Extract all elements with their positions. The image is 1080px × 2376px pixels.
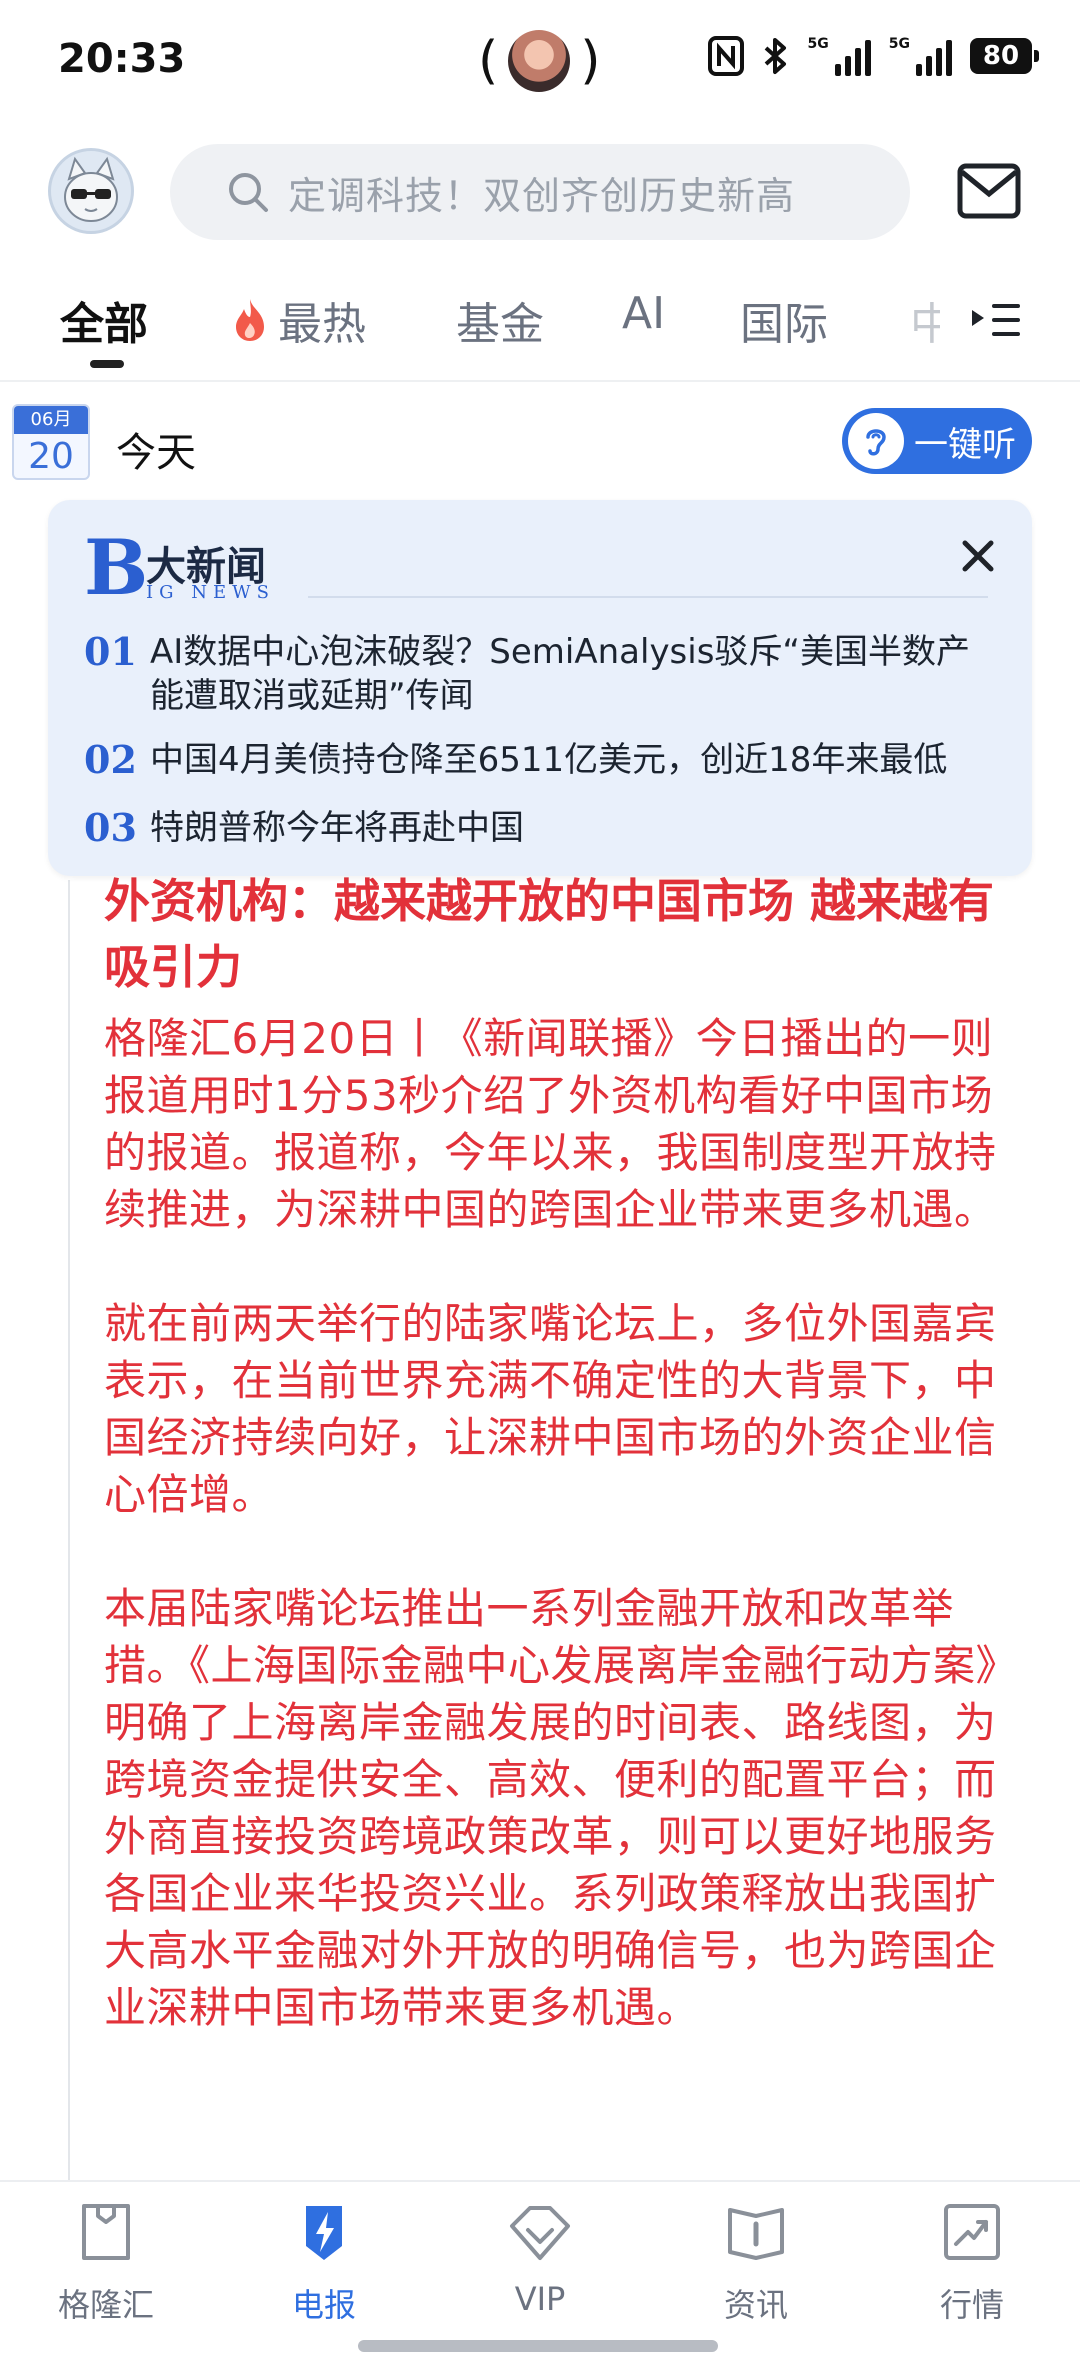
tab-hottest[interactable]: 最热 (230, 288, 366, 352)
header: 定调科技！双创齐创历史新高 (0, 140, 1080, 250)
tab-fund[interactable]: 基金 (456, 288, 544, 352)
flame-icon (236, 299, 264, 341)
status-time: 20:33 (58, 36, 186, 82)
paren-left-icon: ( (478, 31, 499, 91)
timeline-line (68, 880, 70, 2180)
bookmark-bag-icon (82, 2204, 130, 2260)
big-news-logo: B 大新闻 IG NEWS (84, 523, 304, 612)
paren-right-icon: ) (580, 31, 601, 91)
big-news-item-2[interactable]: 02 中国4月美债持仓降至6511亿美元，创近18年来最低 (84, 738, 1004, 782)
mail-icon (957, 163, 1021, 219)
nfc-icon (707, 36, 744, 76)
tab-international[interactable]: 国际 (740, 288, 828, 352)
date-row: 06月 20 今天 一键听 (0, 400, 1080, 486)
close-button[interactable] (952, 530, 1004, 582)
status-icons: 5G 5G 80 (707, 36, 1039, 76)
ear-icon (848, 413, 904, 469)
chart-trend-icon (944, 2204, 1000, 2260)
tab-all[interactable]: 全部 (60, 288, 148, 352)
lightning-icon (306, 2206, 342, 2260)
article-title: 外资机构：越来越开放的中国市场 越来越有吸引力 (104, 874, 995, 994)
tab-active-indicator (90, 360, 124, 368)
nav-gelonghui[interactable]: 格隆汇 (26, 2200, 186, 2326)
big-news-card: B 大新闻 IG NEWS 01 AI数据中心泡沫破裂？SemiAnalysis… (48, 500, 1032, 876)
cat-sunglasses-icon (64, 156, 118, 222)
search-icon (229, 173, 268, 212)
today-label: 今天 (116, 430, 196, 476)
tab-china-partial[interactable]: 中 (910, 288, 940, 352)
nav-label: 资讯 (723, 2286, 788, 2324)
live-indicator: ( ) (478, 30, 601, 92)
battery-icon: 80 (970, 38, 1039, 74)
big-news-item-1[interactable]: 01 AI数据中心泡沫破裂？SemiAnalysis驳斥“美国半数产能遭取消或延… (84, 630, 1004, 718)
big-news-number: 01 (84, 629, 137, 674)
listen-all-button[interactable]: 一键听 (842, 408, 1032, 474)
big-news-text: AI数据中心泡沫破裂？SemiAnalysis驳斥“美国半数产能遭取消或延期”传… (150, 632, 971, 716)
diamond-icon (510, 2206, 570, 2260)
nav-label: 电报 (291, 2286, 356, 2324)
bluetooth-icon (764, 38, 786, 74)
signal-2-icon: 5G (889, 36, 952, 76)
nav-vip[interactable]: VIP (460, 2200, 620, 2318)
nav-news[interactable]: 资讯 (676, 2200, 836, 2326)
avatar[interactable] (48, 148, 134, 234)
nav-label: 格隆汇 (57, 2286, 154, 2324)
big-news-logo-letter: B (84, 523, 149, 612)
big-news-number: 03 (84, 805, 137, 850)
article-paragraph-3: 本届陆家嘴论坛推出一系列金融开放和改革举措。《上海国际金融中心发展离岸金融行动方… (104, 1584, 1019, 2032)
status-bar: 20:33 ( ) 5G 5G 80 (0, 0, 1080, 128)
article-paragraph-1: 格隆汇6月20日丨《新闻联播》今日播出的一则报道用时1分53秒介绍了外资机构看好… (104, 1014, 997, 1234)
big-news-text: 特朗普称今年将再赴中国 (150, 808, 524, 848)
tab-menu-button[interactable] (968, 296, 1024, 346)
search-placeholder: 定调科技！双创齐创历史新高 (288, 173, 796, 218)
big-news-subtitle: IG NEWS (146, 582, 275, 603)
live-avatar (508, 30, 571, 92)
date-day: 20 (28, 436, 74, 477)
home-indicator[interactable] (358, 2340, 718, 2352)
listen-label: 一键听 (914, 424, 1016, 465)
big-news-number: 02 (84, 737, 137, 782)
big-news-item-3[interactable]: 03 特朗普称今年将再赴中国 (84, 806, 1004, 850)
nav-label: VIP (514, 2280, 566, 2318)
news-article[interactable]: 外资机构：越来越开放的中国市场 越来越有吸引力 格隆汇6月20日丨《新闻联播》今… (104, 868, 1024, 2036)
tab-hottest-label: 最热 (278, 299, 366, 350)
nav-market[interactable]: 行情 (892, 2200, 1052, 2326)
tab-ai[interactable]: AI (622, 288, 665, 339)
mail-button[interactable] (956, 160, 1022, 222)
article-paragraph-2: 就在前两天举行的陆家嘴论坛上，多位外国嘉宾表示，在当前世界充满不确定性的大背景下… (104, 1299, 997, 1519)
close-icon (962, 540, 994, 572)
search-input[interactable]: 定调科技！双创齐创历史新高 (170, 144, 910, 240)
menu-expand-icon (972, 304, 1020, 336)
nav-telegraph[interactable]: 电报 (244, 2200, 404, 2326)
category-tabs: 全部 最热 基金 AI 国际 中 (0, 278, 1080, 382)
info-book-icon (728, 2208, 784, 2260)
date-badge: 06月 20 (12, 404, 90, 480)
divider (308, 596, 988, 598)
big-news-text: 中国4月美债持仓降至6511亿美元，创近18年来最低 (150, 740, 948, 780)
date-month: 06月 (14, 406, 88, 434)
signal-1-icon: 5G (808, 36, 871, 76)
nav-label: 行情 (939, 2286, 1004, 2324)
